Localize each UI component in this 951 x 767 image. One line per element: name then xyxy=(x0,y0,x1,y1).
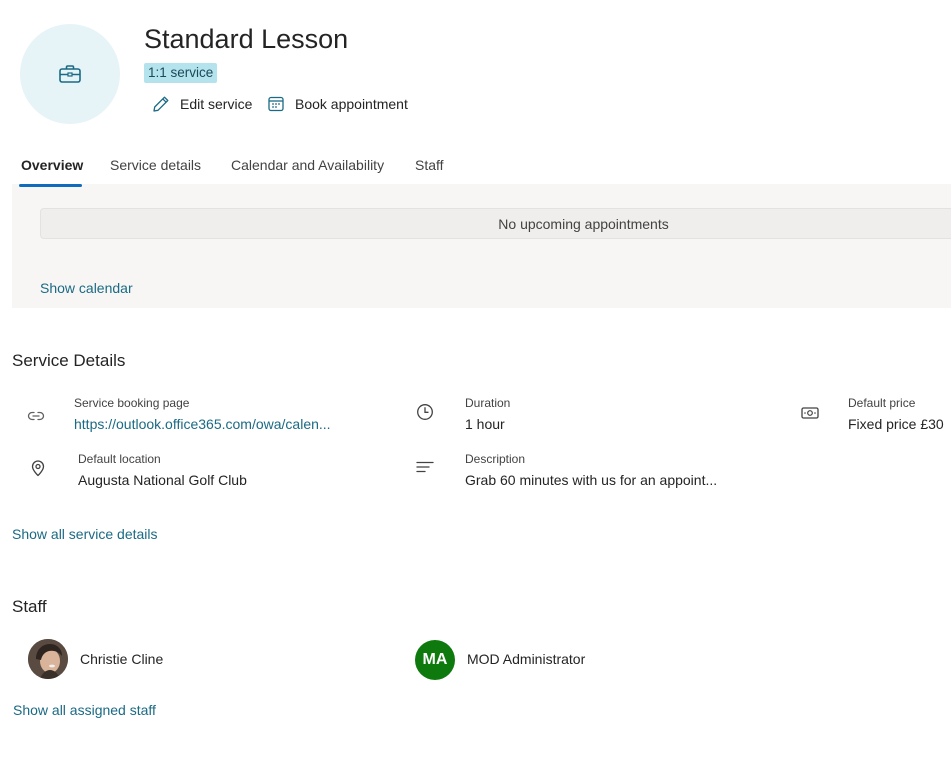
edit-service-label: Edit service xyxy=(180,96,253,112)
service-details-heading: Service Details xyxy=(12,351,126,370)
calendar-icon xyxy=(267,95,295,113)
overview-panel xyxy=(12,184,951,308)
clock-icon xyxy=(416,403,434,421)
booking-page-label: Service booking page xyxy=(74,396,190,410)
avatar-initials: MA xyxy=(422,651,448,668)
briefcase-icon xyxy=(59,65,81,83)
page-title: Standard Lesson xyxy=(144,24,349,54)
location-icon xyxy=(29,459,47,477)
active-tab-indicator xyxy=(19,184,82,187)
staff-heading: Staff xyxy=(12,597,47,616)
money-icon xyxy=(801,405,819,421)
show-all-assigned-staff-link[interactable]: Show all assigned staff xyxy=(13,702,156,718)
default-price-value: Fixed price £30 xyxy=(848,416,944,432)
avatar: MA xyxy=(415,640,455,680)
staff-name: MOD Administrator xyxy=(467,651,586,667)
empty-appointments-text: No upcoming appointments xyxy=(498,215,669,232)
show-calendar-link[interactable]: Show calendar xyxy=(40,280,133,296)
description-value: Grab 60 minutes with us for an appoint..… xyxy=(465,472,718,488)
book-appointment-label: Book appointment xyxy=(295,96,408,112)
edit-service-button[interactable]: Edit service xyxy=(152,94,252,114)
booking-page-link[interactable]: https://outlook.office365.com/owa/calen.… xyxy=(74,416,331,432)
description-label: Description xyxy=(465,452,526,466)
service-icon-circle xyxy=(20,24,120,124)
link-icon xyxy=(27,407,45,425)
staff-name: Christie Cline xyxy=(80,651,164,667)
tab-calendar-and-availability[interactable]: Calendar and Availability xyxy=(231,157,384,173)
duration-value: 1 hour xyxy=(465,416,505,432)
text-align-icon xyxy=(416,460,434,476)
default-location-value: Augusta National Golf Club xyxy=(78,472,247,488)
duration-label: Duration xyxy=(465,396,511,410)
tab-staff[interactable]: Staff xyxy=(415,157,444,173)
empty-appointments-banner: No upcoming appointments xyxy=(40,208,951,239)
tab-service-details[interactable]: Service details xyxy=(110,157,201,173)
tab-overview[interactable]: Overview xyxy=(21,157,83,173)
default-location-label: Default location xyxy=(78,452,161,466)
avatar xyxy=(28,639,68,679)
service-type-badge: 1:1 service xyxy=(144,63,218,83)
show-all-service-details-link[interactable]: Show all service details xyxy=(12,526,158,542)
book-appointment-button[interactable]: Book appointment xyxy=(267,94,408,114)
pencil-icon xyxy=(152,95,180,113)
default-price-label: Default price xyxy=(848,396,916,410)
